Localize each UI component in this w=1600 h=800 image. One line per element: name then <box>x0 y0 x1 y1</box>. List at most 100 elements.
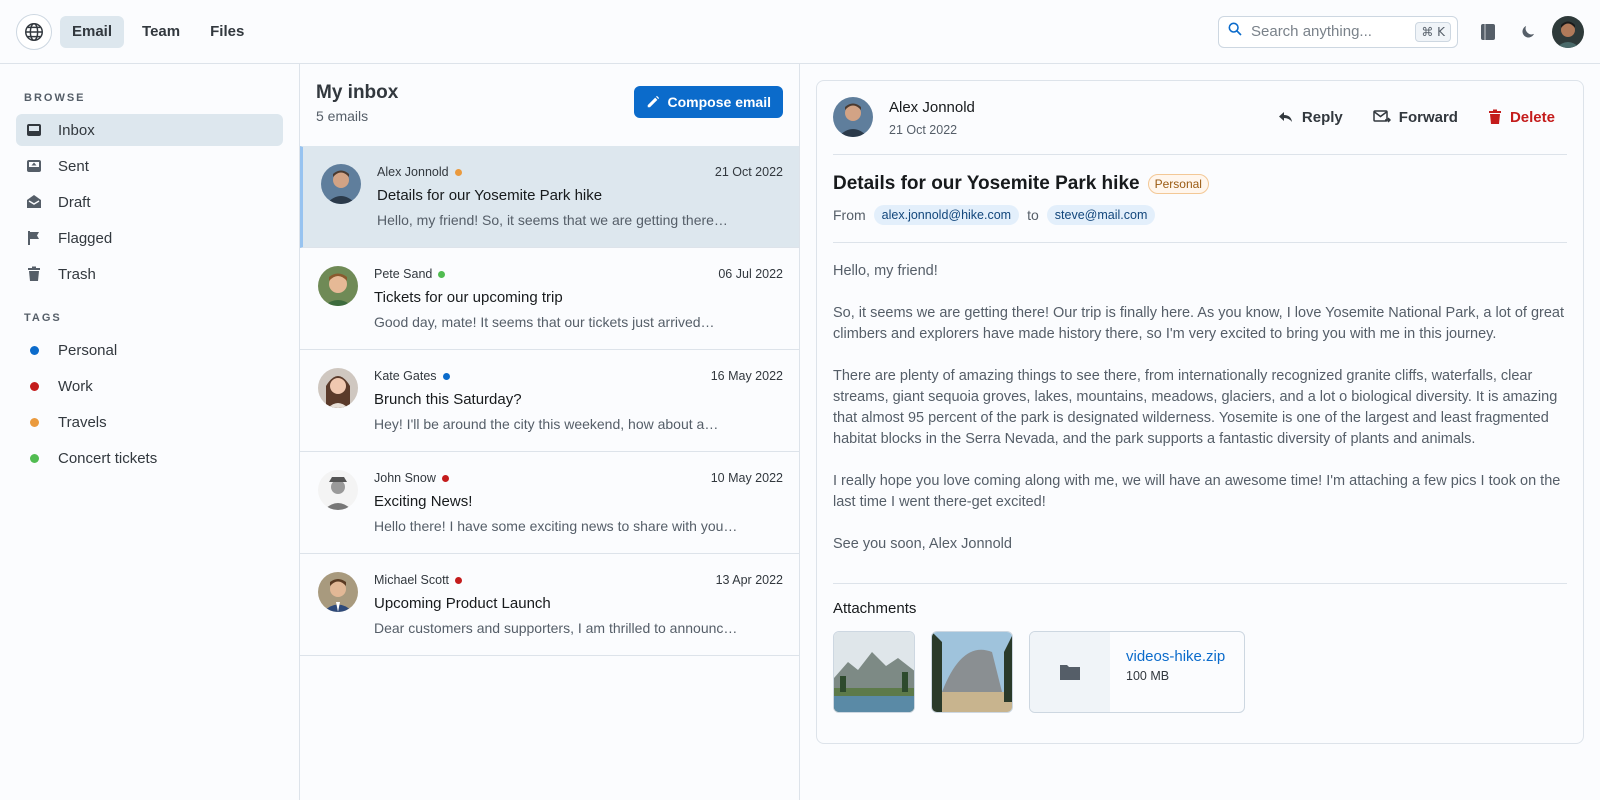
body-paragraph: So, it seems we are getting there! Our t… <box>833 305 1565 342</box>
sidebar-item-label: Flagged <box>58 229 113 247</box>
sidebar-item-trash[interactable]: Trash <box>16 258 283 290</box>
tag-item-personal[interactable]: Personal <box>16 334 283 366</box>
tag-item-concert-tickets[interactable]: Concert tickets <box>16 442 283 474</box>
tag-item-travels[interactable]: Travels <box>16 406 283 438</box>
tag-dot <box>441 474 449 482</box>
top-header: Email Team Files Search anything... ⌘ K <box>0 0 1600 64</box>
search-shortcut: ⌘ K <box>1415 21 1451 42</box>
attachment-image[interactable] <box>931 631 1013 713</box>
tag-chip[interactable]: Personal <box>1147 174 1209 194</box>
email-row[interactable]: Kate Gates 16 May 2022 Brunch this Satur… <box>300 350 799 452</box>
attachments-row: videos-hike.zip 100 MB <box>833 631 1567 713</box>
email-preview: Hello there! I have some exciting news t… <box>374 518 738 534</box>
pencil-icon <box>647 95 659 108</box>
trash-icon <box>1488 109 1501 124</box>
sidebar-item-label: Inbox <box>58 121 95 139</box>
body-paragraph: I really hope you love coming along with… <box>833 473 1561 510</box>
email-date: 13 Apr 2022 <box>715 573 783 587</box>
email-subject: Tickets for our upcoming trip <box>374 289 563 306</box>
email-body: Hello, my friend! So, it seems we are ge… <box>833 243 1567 584</box>
tab-team[interactable]: Team <box>130 16 192 48</box>
sidebar: BROWSE Inbox Sent Draft Flagged Trash TA… <box>0 64 300 800</box>
tag-dot <box>29 381 39 391</box>
tag-dot <box>29 417 39 427</box>
tag-dot <box>438 270 446 278</box>
attachments-title: Attachments <box>833 600 917 617</box>
user-avatar[interactable] <box>1552 15 1584 48</box>
from-address-chip[interactable]: alex.jonnold@hike.com <box>873 205 1020 225</box>
email-row[interactable]: Michael Scott 13 Apr 2022 Upcoming Produ… <box>300 554 799 656</box>
sender-avatar <box>833 97 873 137</box>
sender-name: Pete Sand <box>374 267 433 281</box>
email-subject: Brunch this Saturday? <box>374 391 522 408</box>
attachment-image[interactable] <box>833 631 915 713</box>
delete-button[interactable]: Delete <box>1476 99 1567 135</box>
globe-icon[interactable] <box>16 13 52 50</box>
email-date: 16 May 2022 <box>710 369 783 383</box>
sent-icon <box>26 158 42 174</box>
moon-icon[interactable] <box>1512 16 1544 48</box>
sender-name: Michael Scott <box>374 573 450 587</box>
sidebar-item-inbox[interactable]: Inbox <box>16 114 283 146</box>
compose-email-button[interactable]: Compose email <box>633 86 783 118</box>
tag-item-work[interactable]: Work <box>16 370 283 402</box>
reader-date: 21 Oct 2022 <box>889 123 958 137</box>
sender-avatar <box>318 266 358 306</box>
to-address-chip[interactable]: steve@mail.com <box>1046 205 1156 225</box>
compose-label: Compose email <box>667 94 771 110</box>
list-header: My inbox 5 emails Compose email <box>300 64 799 146</box>
from-label: From <box>833 207 866 223</box>
trash-icon <box>26 266 42 282</box>
sender-avatar <box>318 572 358 612</box>
sender-avatar <box>318 368 358 408</box>
tag-label: Personal <box>58 341 118 359</box>
sender-avatar <box>321 164 361 204</box>
tag-dot <box>442 372 450 380</box>
file-size: 100 MB <box>1126 669 1170 683</box>
reader-header: Alex Jonnold 21 Oct 2022 Reply Forward D… <box>833 81 1567 155</box>
to-label: to <box>1027 207 1039 223</box>
email-row[interactable]: Alex Jonnold 21 Oct 2022 Details for our… <box>300 146 799 248</box>
browse-section-label: BROWSE <box>24 92 86 104</box>
email-date: 10 May 2022 <box>710 471 783 485</box>
sender-name: Kate Gates <box>374 369 437 383</box>
tag-label: Travels <box>58 413 107 431</box>
email-row[interactable]: Pete Sand 06 Jul 2022 Tickets for our up… <box>300 248 799 350</box>
sidebar-item-label: Trash <box>58 265 96 283</box>
sender-avatar <box>318 470 358 510</box>
forward-mail-icon <box>1373 110 1391 123</box>
file-name[interactable]: videos-hike.zip <box>1126 648 1225 665</box>
sidebar-item-sent[interactable]: Sent <box>16 150 283 182</box>
book-icon[interactable] <box>1472 16 1504 48</box>
body-paragraph: Hello, my friend! <box>833 263 938 279</box>
body-paragraph: There are plenty of amazing things to se… <box>833 368 1558 447</box>
email-preview: Hey! I'll be around the city this weeken… <box>374 416 719 432</box>
inbox-icon <box>26 122 42 138</box>
sender-name: John Snow <box>374 471 436 485</box>
sidebar-item-label: Sent <box>58 157 89 175</box>
forward-button[interactable]: Forward <box>1361 99 1470 135</box>
forward-label: Forward <box>1398 108 1458 126</box>
email-preview: Good day, mate! It seems that our ticket… <box>374 314 715 330</box>
email-row[interactable]: John Snow 10 May 2022 Exciting News! Hel… <box>300 452 799 554</box>
folder-icon <box>1060 665 1080 680</box>
email-date: 06 Jul 2022 <box>718 267 783 281</box>
reply-button[interactable]: Reply <box>1266 99 1355 135</box>
tab-email[interactable]: Email <box>60 15 125 48</box>
tab-files[interactable]: Files <box>198 16 256 48</box>
email-preview: Hello, my friend! So, it seems that we a… <box>377 212 728 228</box>
reader-subject: Details for our Yosemite Park hike <box>833 173 1140 194</box>
sidebar-item-draft[interactable]: Draft <box>16 186 283 218</box>
email-subject: Upcoming Product Launch <box>374 595 551 612</box>
sender-name: Alex Jonnold <box>377 165 449 179</box>
sidebar-item-flagged[interactable]: Flagged <box>16 222 283 254</box>
tag-label: Work <box>58 377 93 395</box>
tag-dot <box>455 576 463 584</box>
delete-label: Delete <box>1509 108 1555 126</box>
email-list-panel: My inbox 5 emails Compose email Alex Jon… <box>300 64 800 800</box>
reader-sender-name: Alex Jonnold <box>889 99 975 116</box>
draft-icon <box>26 194 42 210</box>
attachment-file[interactable]: videos-hike.zip 100 MB <box>1029 631 1245 713</box>
reply-label: Reply <box>1301 108 1343 126</box>
search-input[interactable]: Search anything... ⌘ K <box>1218 15 1458 48</box>
